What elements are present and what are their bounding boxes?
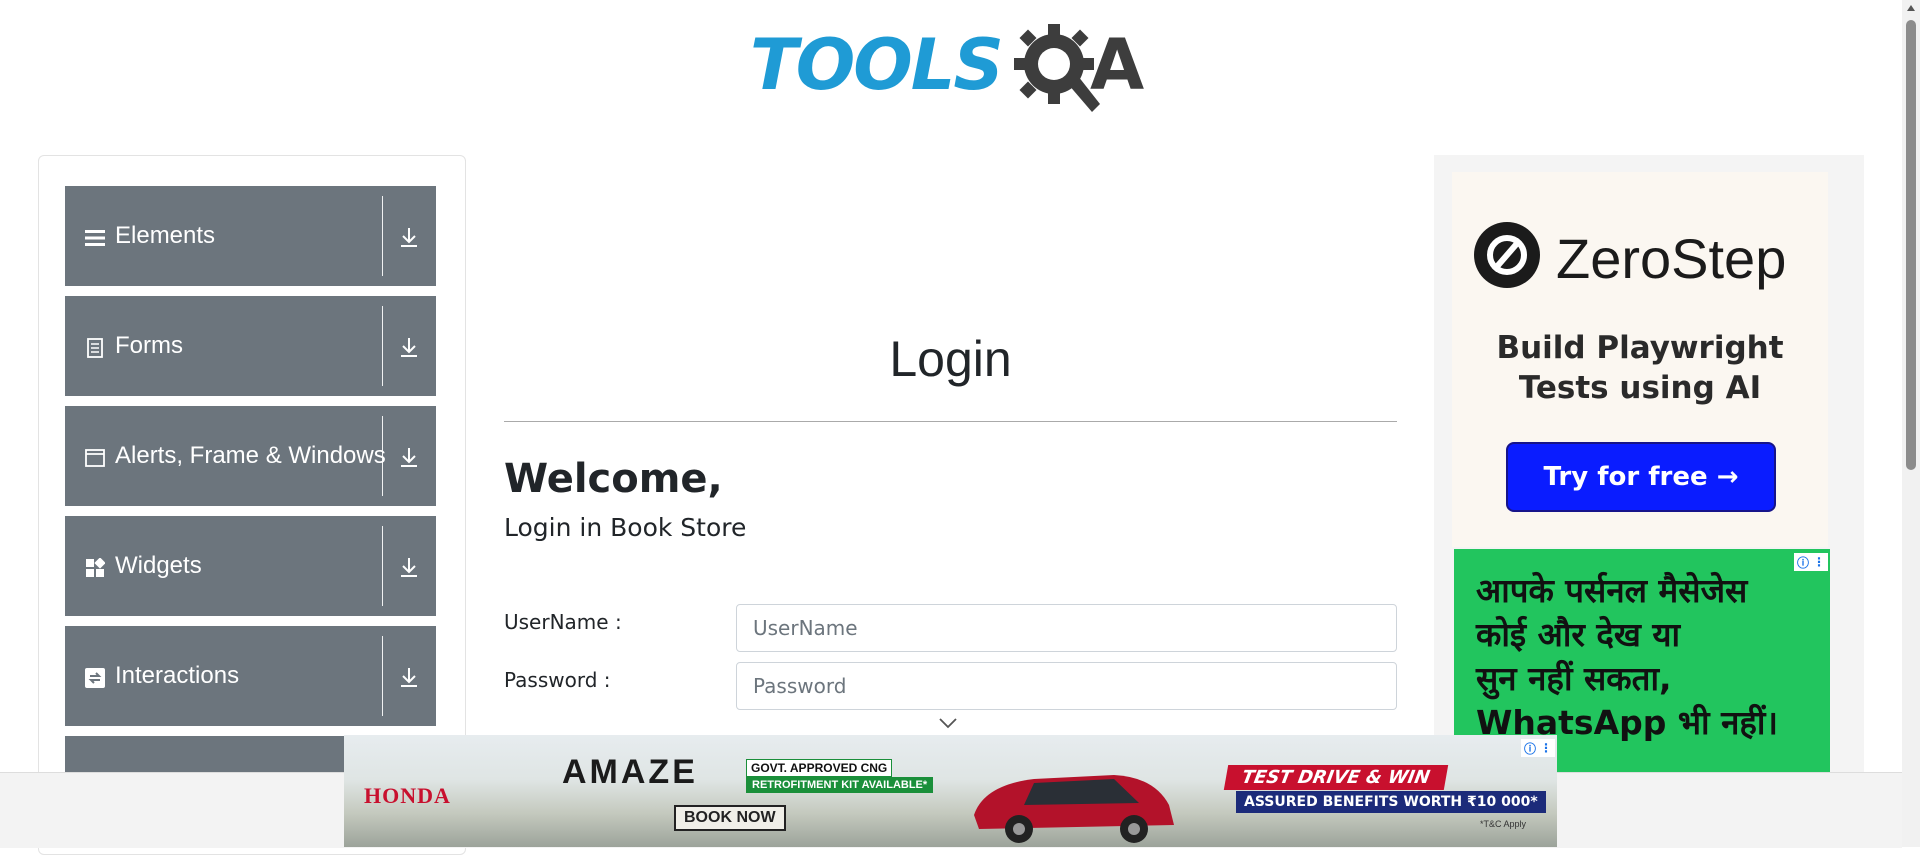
scrollbar-thumb[interactable] [1906,20,1916,470]
sidebar-item-label: Alerts, Frame & Windows [115,442,386,469]
sidebar-item-label: Elements [115,222,216,249]
honda-banner-ad[interactable]: ⓘ ⋮ HONDA AMAZE GOVT. APPROVED CNG RETRO… [344,735,1557,847]
divider [382,636,383,716]
info-icon[interactable]: ⓘ [1524,740,1536,757]
hamburger-icon [85,230,105,246]
tagline-line-1: Build Playwright [1496,330,1784,366]
ad-line-3: सुन नहीं सकता, [1476,659,1672,698]
sidebar-item-elements[interactable]: Elements [65,186,436,286]
sidebar-item-alerts[interactable]: Alerts, Frame & Windows [65,406,436,506]
password-label: Password : [504,668,611,692]
car-image [974,775,1174,843]
interactions-icon [85,668,105,688]
welcome-heading: Welcome, [504,456,723,502]
widgets-icon [86,558,105,577]
ad-choices[interactable]: ⓘ ⋮ [1520,739,1555,757]
assured-benefits-badge: ASSURED BENEFITS WORTH ₹10 000* [1236,791,1546,813]
sidebar-item-widgets[interactable]: Widgets [65,516,436,616]
login-subtitle: Login in Book Store [504,513,747,542]
divider [382,416,383,496]
sidebar-item-interactions[interactable]: Interactions [65,626,436,726]
window-icon [85,449,105,467]
zerostep-name: ZeroStep [1556,227,1787,290]
zerostep-logo-icon [1474,222,1540,288]
ad-line-1: आपके पर्सनल मैसेजेस [1476,571,1748,610]
ad-line-2: कोई और देख या [1476,615,1681,654]
amaze-model: AMAZE [562,753,698,791]
divider [382,306,383,386]
toolsqa-logo[interactable]: TOOLS A [750,18,1156,114]
username-label: UserName : [504,610,622,634]
download-icon[interactable] [399,666,419,688]
logo-text-a: A [1090,24,1145,106]
more-options-icon[interactable]: ⋮ [1813,555,1825,569]
honda-brand: HONDA [364,783,451,808]
whatsapp-ad-text: आपके पर्सनल मैसेजेस कोई और देख या सुन नह… [1476,569,1816,745]
sidebar-item-forms[interactable]: Forms [65,296,436,396]
govt-approved-badge: GOVT. APPROVED CNG [746,759,893,777]
page-title: Login [889,331,1012,387]
divider [382,526,383,606]
sidebar-item-label: Widgets [115,552,202,579]
info-icon[interactable]: ⓘ [1797,554,1809,571]
download-icon[interactable] [399,556,419,578]
test-drive-badge: TEST DRIVE & WIN [1223,765,1448,790]
terms-text: *T&C Apply [1480,819,1527,829]
password-input[interactable] [736,662,1397,710]
document-icon [87,338,103,358]
sidebar-item-label: Interactions [115,662,240,689]
username-input[interactable] [736,604,1397,652]
download-icon[interactable] [399,446,419,468]
gear-magnifier-icon [1014,24,1100,112]
tagline-line-2: Tests using AI [1518,370,1762,406]
download-icon[interactable] [399,336,419,358]
divider [382,196,383,276]
zerostep-tagline: Build Playwright Tests using AI [1452,328,1828,408]
scroll-up-arrow-icon[interactable] [1906,4,1916,12]
sidebar-item-label: Forms [115,332,183,359]
download-icon[interactable] [399,226,419,248]
more-options-icon[interactable]: ⋮ [1540,741,1552,755]
chevron-down-icon[interactable] [938,717,958,729]
try-for-free-button[interactable]: Try for free → [1506,442,1776,512]
book-now-button[interactable]: BOOK NOW [674,805,786,831]
divider [504,421,1397,422]
retrofitment-badge: RETROFITMENT KIT AVAILABLE* [746,777,934,793]
logo-text-tools: TOOLS [750,24,1004,106]
zerostep-ad[interactable]: ZeroStep Build Playwright Tests using AI… [1452,172,1828,547]
